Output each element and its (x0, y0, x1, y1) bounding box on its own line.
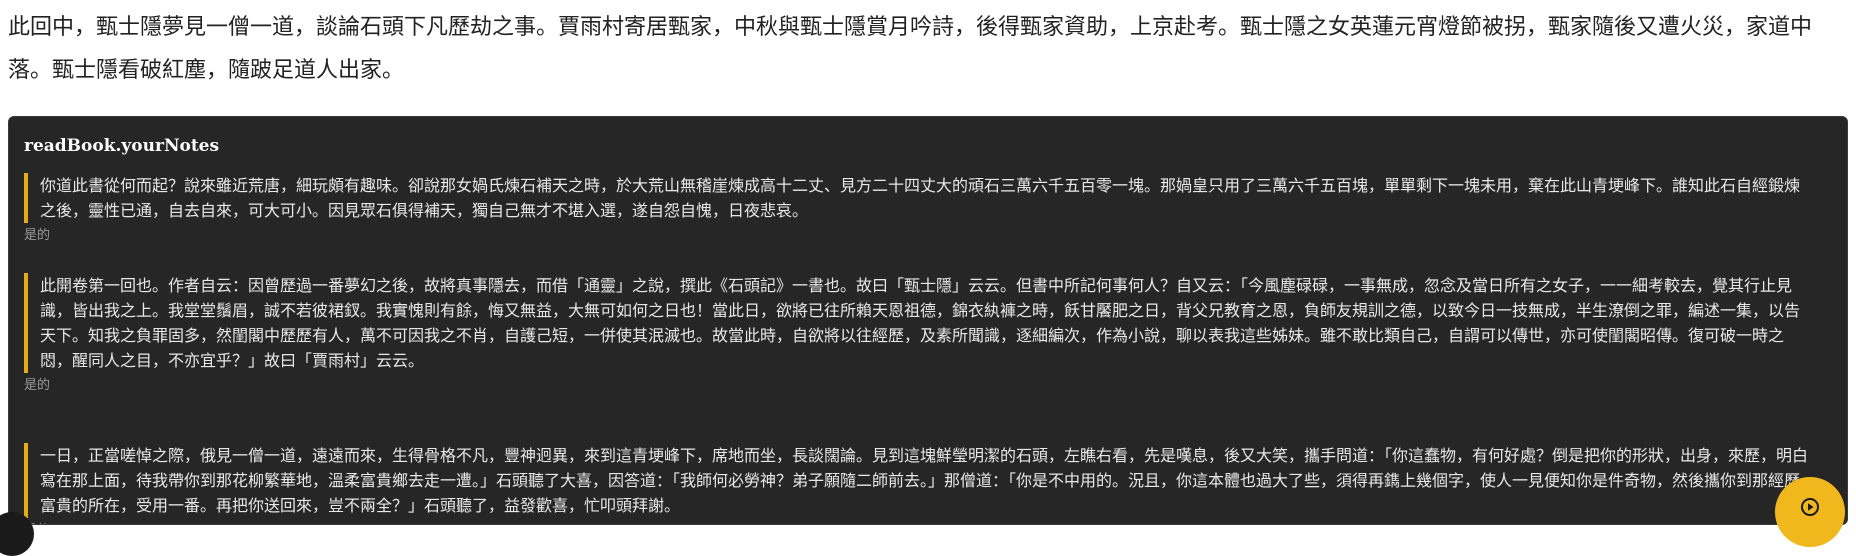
note-item[interactable]: 一日，正當嗟悼之際，俄見一僧一道，遠遠而來，生得骨格不凡，豐神迥異，來到這青埂峰… (24, 443, 1814, 524)
note-comment: 是的 (24, 228, 51, 243)
notes-panel: readBook.yourNotes 你道此書從何而起？說來雖近荒唐，細玩頗有趣… (8, 116, 1848, 525)
note-comment: 是的 (24, 378, 51, 393)
note-item[interactable]: 此開卷第一回也。作者自云：因曾歷過一番夢幻之後，故將真事隱去，而借「通靈」之說，… (24, 273, 1814, 395)
note-quote: 你道此書從何而起？說來雖近荒唐，細玩頗有趣味。卻說那女媧氏煉石補天之時，於大荒山… (24, 173, 1814, 223)
play-button[interactable] (1775, 477, 1845, 547)
chapter-summary: 此回中，甄士隱夢見一僧一道，談論石頭下凡歷劫之事。賈雨村寄居甄家，中秋與甄士隱賞… (8, 15, 1813, 83)
notes-title: readBook.yourNotes (24, 136, 220, 156)
note-quote: 此開卷第一回也。作者自云：因曾歷過一番夢幻之後，故將真事隱去，而借「通靈」之說，… (24, 273, 1814, 373)
note-quote: 一日，正當嗟悼之際，俄見一僧一道，遠遠而來，生得骨格不凡，豐神迥異，來到這青埂峰… (24, 443, 1814, 518)
play-circle-icon (1801, 498, 1819, 516)
note-item[interactable]: 你道此書從何而起？說來雖近荒唐，細玩頗有趣味。卻說那女媧氏煉石補天之時，於大荒山… (24, 173, 1814, 245)
